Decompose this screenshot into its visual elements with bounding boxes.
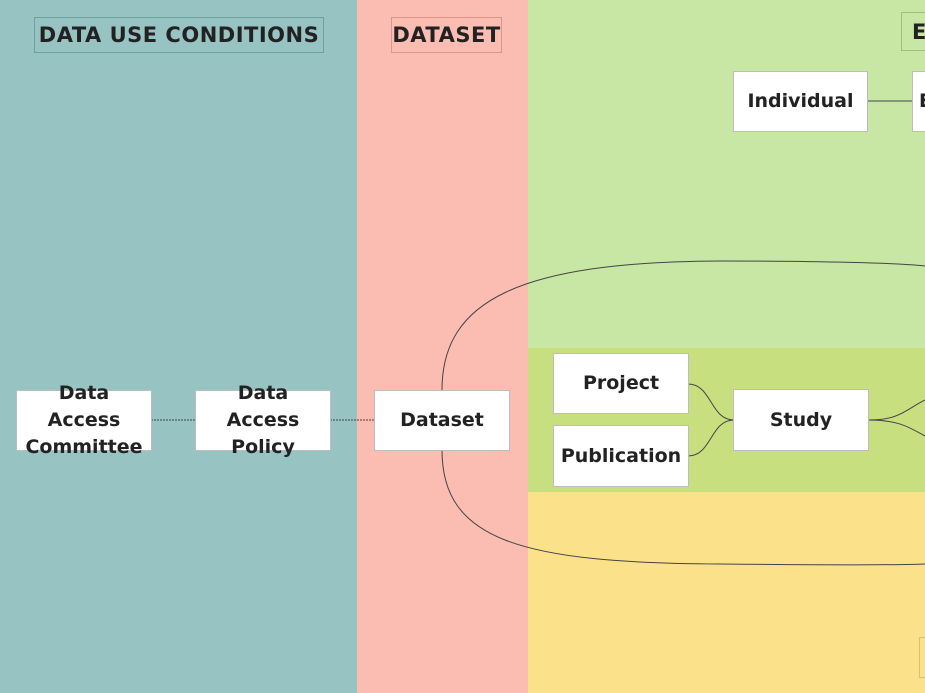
edge-study-down [867, 419, 925, 437]
node-study[interactable]: Study [733, 389, 869, 451]
edge-publication-study [687, 419, 735, 457]
edge-project-study [687, 383, 735, 421]
node-data-access-policy[interactable]: Data Access Policy [195, 382, 331, 458]
node-individual-right[interactable]: E [912, 71, 925, 132]
node-publication[interactable]: Publication [553, 425, 689, 487]
edge-study-up [867, 399, 925, 421]
node-project[interactable]: Project [553, 353, 689, 414]
node-dataset[interactable]: Dataset [374, 390, 510, 451]
node-data-access-committee[interactable]: Data Access Committee [16, 382, 152, 458]
node-individual[interactable]: Individual [733, 71, 868, 132]
